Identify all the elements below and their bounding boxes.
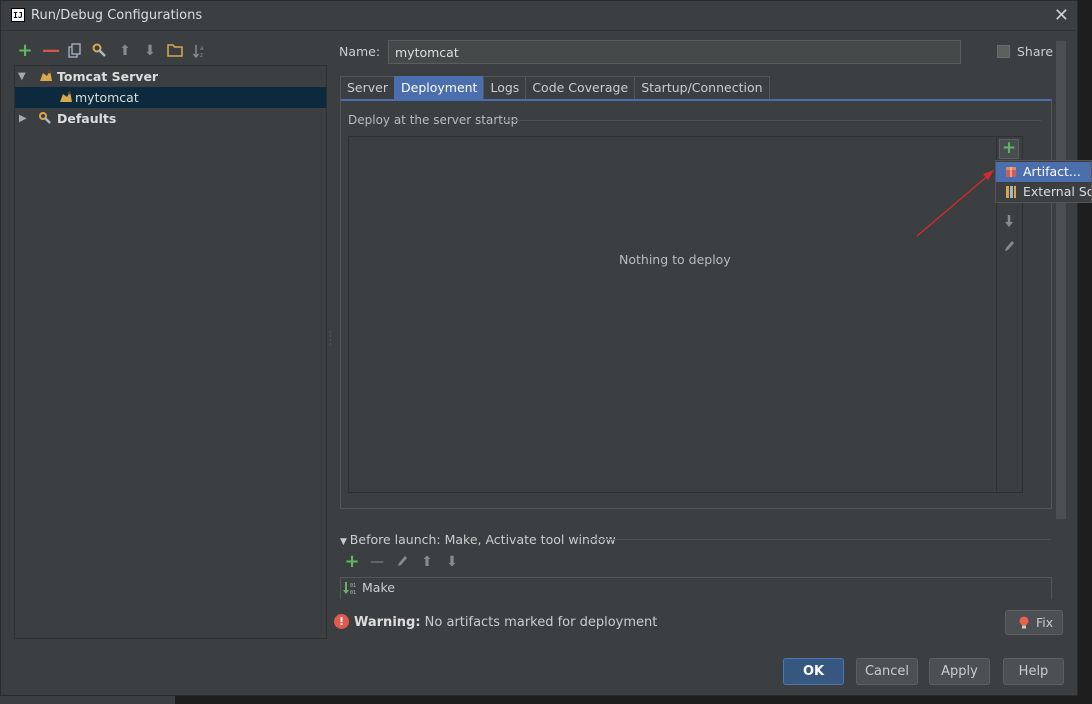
remove-config-icon[interactable]: — [42, 42, 60, 60]
tab-server[interactable]: Server [340, 76, 395, 100]
tab-deployment[interactable]: Deployment [394, 76, 485, 100]
edit-deployment-icon[interactable] [999, 239, 1019, 259]
add-config-icon[interactable]: + [17, 42, 33, 60]
edit-task-icon[interactable] [394, 554, 410, 570]
wrench-icon [39, 112, 51, 124]
run-debug-dialog: IJ Run/Debug Configurations ✕ + — ⬆ ⬇ az… [0, 0, 1078, 696]
expanded-arrow-icon[interactable]: ▼ [18, 66, 26, 87]
add-deployment-popup: Artifact... External Source... [995, 160, 1092, 203]
move-down-deployment-icon[interactable] [999, 214, 1019, 234]
warning-label: Warning: [354, 615, 421, 630]
collapsed-arrow-icon[interactable]: ▶ [19, 108, 27, 129]
remove-task-icon[interactable]: — [369, 554, 385, 570]
name-input[interactable] [388, 40, 961, 64]
splitter-handle[interactable]: · · · · [329, 329, 332, 349]
empty-list-text: Nothing to deploy [619, 252, 731, 267]
help-button[interactable]: Help [1003, 658, 1064, 685]
svg-text:01: 01 [350, 590, 356, 596]
cancel-button[interactable]: Cancel [856, 658, 918, 685]
popup-item-external-source[interactable]: External Source... [996, 182, 1091, 202]
popup-item-label: Artifact... [1023, 164, 1081, 179]
section-divider [585, 539, 1051, 540]
tab-code-coverage[interactable]: Code Coverage [525, 76, 636, 100]
title-bar: IJ Run/Debug Configurations ✕ [1, 1, 1077, 31]
popup-item-artifact[interactable]: Artifact... [996, 162, 1091, 182]
close-icon[interactable]: ✕ [1054, 5, 1069, 26]
warning-text: Warning: No artifacts marked for deploym… [354, 615, 657, 630]
annotation-arrow [916, 170, 994, 237]
tab-logs[interactable]: Logs [483, 76, 527, 100]
warning-message: No artifacts marked for deployment [420, 615, 658, 630]
lightbulb-icon [1019, 616, 1029, 629]
tree-item-defaults[interactable]: ▶ Defaults [15, 108, 326, 129]
copy-config-icon[interactable] [67, 43, 83, 59]
edit-defaults-icon[interactable] [92, 43, 108, 59]
fix-button[interactable]: Fix [1005, 610, 1063, 635]
svg-text:z: z [200, 52, 203, 59]
task-row-make[interactable]: 01 01 Make [340, 577, 1052, 599]
svg-text:a: a [200, 45, 204, 52]
svg-text:01: 01 [350, 583, 356, 589]
section-divider [501, 120, 1041, 121]
tree-item-label: Tomcat Server [57, 69, 159, 84]
sort-icon[interactable]: az [192, 43, 208, 59]
add-task-icon[interactable]: + [344, 553, 360, 571]
fix-label: Fix [1036, 615, 1054, 630]
move-up-icon[interactable]: ⬆ [117, 43, 133, 59]
tree-item-label: Defaults [57, 111, 117, 126]
config-tabs: Server Deployment Logs Code Coverage Sta… [340, 76, 770, 100]
tomcat-icon [40, 70, 52, 81]
before-launch-header[interactable]: ▼ Before launch: Make, Activate tool win… [340, 532, 616, 547]
config-tree: ▼ Tomcat Server mytomcat ▶ Defaults [14, 65, 327, 639]
vertical-scrollbar[interactable] [1056, 41, 1066, 519]
ok-button[interactable]: OK [783, 658, 844, 685]
name-label: Name: [339, 44, 381, 59]
warning-icon: ! [334, 614, 349, 629]
add-deployment-button[interactable]: + [999, 139, 1019, 159]
tab-startup-connection[interactable]: Startup/Connection [634, 76, 770, 100]
before-launch-toolbar: + — ⬆ ⬇ [344, 553, 460, 571]
move-up-task-icon[interactable]: ⬆ [419, 554, 435, 570]
artifact-icon [1006, 167, 1016, 177]
folder-icon[interactable] [167, 43, 183, 59]
external-source-icon [1006, 186, 1016, 198]
share-checkbox[interactable] [997, 45, 1010, 58]
share-label: Share [1017, 44, 1054, 59]
popup-item-label: External Source... [1023, 184, 1091, 199]
before-launch-title: Before launch: Make, Activate tool windo… [349, 532, 616, 547]
tree-item-mytomcat[interactable]: mytomcat [15, 87, 326, 108]
task-label: Make [362, 580, 395, 595]
tree-item-tomcat-server[interactable]: ▼ Tomcat Server [15, 66, 326, 87]
background-strip [0, 696, 175, 704]
config-toolbar: + — ⬆ ⬇ az [17, 41, 208, 61]
move-down-task-icon[interactable]: ⬇ [444, 554, 460, 570]
apply-button[interactable]: Apply [929, 658, 990, 685]
intellij-app-icon: IJ [11, 8, 25, 22]
tree-item-label: mytomcat [75, 90, 139, 105]
make-icon: 0101 [343, 582, 356, 596]
expanded-arrow-icon[interactable]: ▼ [340, 537, 350, 547]
move-down-icon[interactable]: ⬇ [142, 43, 158, 59]
tomcat-icon [60, 91, 72, 102]
deploy-section-title: Deploy at the server startup [348, 113, 519, 127]
window-title: Run/Debug Configurations [31, 8, 203, 23]
